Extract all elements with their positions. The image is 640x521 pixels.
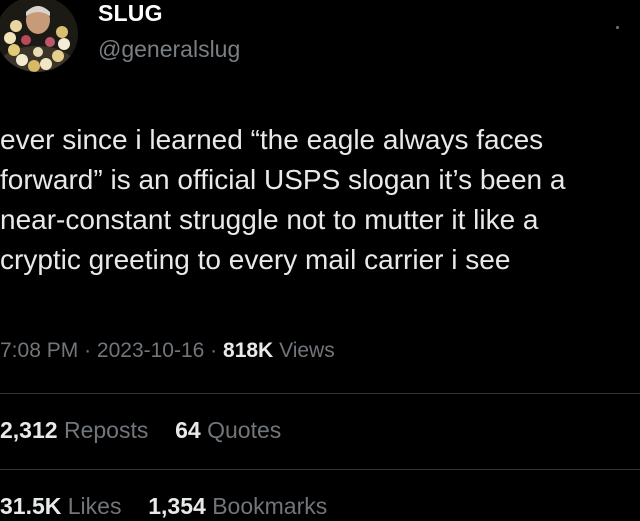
- display-name[interactable]: SLUG: [98, 0, 163, 27]
- more-options-icon[interactable]: [616, 26, 619, 29]
- avatar[interactable]: [0, 0, 78, 72]
- views-count: 818K: [223, 339, 274, 362]
- quotes-stat[interactable]: 64 Quotes: [175, 417, 281, 443]
- tweet-text-line: cryptic greeting to every mail carrier i…: [0, 244, 511, 275]
- divider: [0, 393, 640, 394]
- tweet-meta: 7:08 PM · 2023-10-16 · 818K Views: [0, 339, 335, 363]
- separator-dot: ·: [210, 339, 218, 362]
- reposts-stat[interactable]: 2,312 Reposts: [0, 417, 155, 443]
- tweet-text: ever since i learned “the eagle always f…: [0, 120, 640, 280]
- bookmarks-count: 1,354: [148, 493, 206, 519]
- tweet-text-line: near-constant struggle not to mutter it …: [0, 204, 539, 235]
- tweet-time[interactable]: 7:08 PM: [0, 339, 78, 362]
- tweet-text-line: ever since i learned “the eagle always f…: [0, 124, 544, 155]
- bookmarks-label: Bookmarks: [212, 493, 328, 519]
- engagement-stats-row: 31.5K Likes 1,354 Bookmarks: [0, 493, 327, 520]
- tweet-text-line: forward” is an official USPS slogan it’s…: [0, 164, 566, 195]
- profile-photo-icon: [0, 0, 78, 72]
- quotes-count: 64: [175, 417, 201, 443]
- user-handle[interactable]: @generalslug: [98, 36, 240, 63]
- likes-stat[interactable]: 31.5K Likes: [0, 493, 128, 519]
- reposts-count: 2,312: [0, 417, 58, 443]
- likes-label: Likes: [67, 493, 122, 519]
- quotes-label: Quotes: [207, 417, 282, 443]
- views-label: Views: [279, 339, 335, 362]
- divider: [0, 469, 640, 470]
- engagement-stats-row: 2,312 Reposts 64 Quotes: [0, 417, 281, 444]
- likes-count: 31.5K: [0, 493, 62, 519]
- separator-dot: ·: [84, 339, 92, 362]
- reposts-label: Reposts: [63, 417, 149, 443]
- bookmarks-stat[interactable]: 1,354 Bookmarks: [148, 493, 327, 519]
- tweet-date[interactable]: 2023-10-16: [97, 339, 204, 362]
